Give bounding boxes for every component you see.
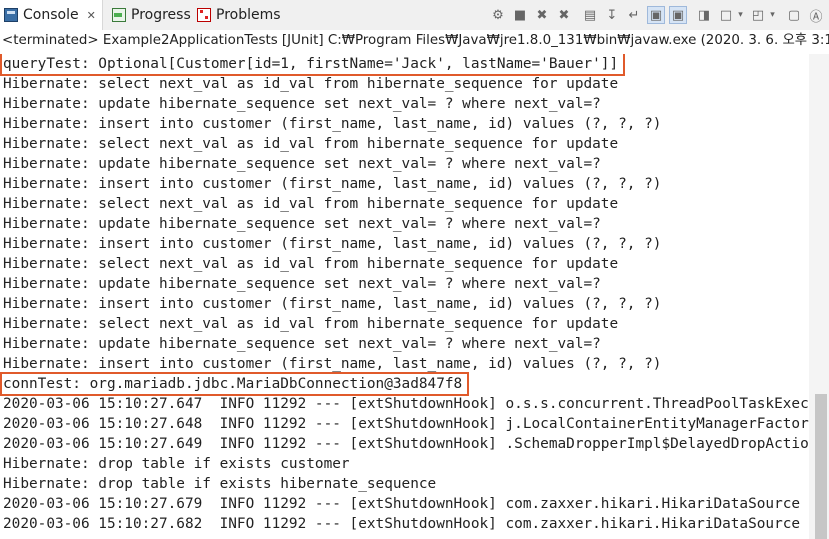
chevron-down-icon[interactable]: ▾: [736, 6, 745, 24]
clear-console-icon[interactable]: ▤: [581, 6, 599, 24]
console-line: Hibernate: update hibernate_sequence set…: [3, 156, 601, 172]
console-line: queryTest: Optional[Customer[id=1, first…: [3, 56, 619, 72]
view-tab-bar: Console ✕ Progress Problems ⚙ ■ ✖ ✖ ▤ ↧ …: [0, 0, 829, 30]
progress-icon: [112, 8, 126, 22]
stop-icon[interactable]: ■: [511, 6, 529, 24]
console-line: Hibernate: select next_val as id_val fro…: [3, 256, 619, 272]
tab-problems-label: Problems: [216, 7, 281, 23]
console-line: 2020-03-06 15:10:27.649 INFO 11292 --- […: [3, 436, 809, 452]
console-toolbar: ⚙ ■ ✖ ✖ ▤ ↧ ↵ ▣ ▣ ◨ □ ▾ ◰ ▾ ▢ Ⓐ: [489, 0, 829, 30]
show-stdout-icon[interactable]: ▣: [647, 6, 665, 24]
tab-problems[interactable]: Problems: [193, 0, 281, 30]
console-line: Hibernate: update hibernate_sequence set…: [3, 96, 601, 112]
console-line: Hibernate: update hibernate_sequence set…: [3, 216, 601, 232]
word-wrap-icon[interactable]: ↵: [625, 6, 643, 24]
vertical-scrollbar[interactable]: [809, 54, 829, 539]
remove-all-icon[interactable]: ✖: [555, 6, 573, 24]
launch-header: <terminated> Example2ApplicationTests [J…: [2, 33, 829, 48]
console-line: Hibernate: insert into customer (first_n…: [3, 176, 662, 192]
tab-console-label: Console: [23, 7, 79, 23]
tab-progress-label: Progress: [131, 7, 191, 23]
remove-launch-icon[interactable]: ✖: [533, 6, 551, 24]
new-console-icon[interactable]: ◰: [749, 6, 767, 24]
console-line: 2020-03-06 15:10:27.647 INFO 11292 --- […: [3, 396, 809, 412]
scrollbar-thumb[interactable]: [815, 394, 827, 539]
minimize-icon[interactable]: ▢: [785, 6, 803, 24]
console-line: Hibernate: drop table if exists customer: [3, 456, 350, 472]
console-line: Hibernate: insert into customer (first_n…: [3, 356, 662, 372]
console-line: Hibernate: insert into customer (first_n…: [3, 296, 662, 312]
chevron-down-icon[interactable]: ▾: [768, 6, 777, 24]
console-icon: [4, 8, 18, 22]
pin-icon[interactable]: ⚙: [489, 6, 507, 24]
console-line: Hibernate: drop table if exists hibernat…: [3, 476, 437, 492]
console-line: 2020-03-06 15:10:27.682 INFO 11292 --- […: [3, 516, 801, 532]
console-line: Hibernate: select next_val as id_val fro…: [3, 136, 619, 152]
console-line: 2020-03-06 15:10:27.648 INFO 11292 --- […: [3, 416, 809, 432]
console-line: Hibernate: select next_val as id_val fro…: [3, 316, 619, 332]
console-line: Hibernate: select next_val as id_val fro…: [3, 76, 619, 92]
close-icon[interactable]: ✕: [87, 9, 96, 22]
scroll-lock-icon[interactable]: ↧: [603, 6, 621, 24]
maximize-icon[interactable]: Ⓐ: [807, 6, 825, 25]
problems-icon: [197, 8, 211, 22]
console-output[interactable]: queryTest: Optional[Customer[id=1, first…: [0, 54, 809, 539]
tab-console[interactable]: Console ✕: [0, 0, 103, 30]
console-line: Hibernate: select next_val as id_val fro…: [3, 196, 619, 212]
tab-progress[interactable]: Progress: [108, 0, 191, 30]
console-line: 2020-03-06 15:10:27.679 INFO 11292 --- […: [3, 496, 801, 512]
console-line: Hibernate: insert into customer (first_n…: [3, 116, 662, 132]
console-line: Hibernate: update hibernate_sequence set…: [3, 336, 601, 352]
display-console-icon[interactable]: □: [717, 6, 735, 24]
console-line: Hibernate: insert into customer (first_n…: [3, 236, 662, 252]
console-line: Hibernate: update hibernate_sequence set…: [3, 276, 601, 292]
console-line: connTest: org.mariadb.jdbc.MariaDbConnec…: [3, 376, 463, 392]
show-stderr-icon[interactable]: ▣: [669, 6, 687, 24]
open-console-icon[interactable]: ◨: [695, 6, 713, 24]
